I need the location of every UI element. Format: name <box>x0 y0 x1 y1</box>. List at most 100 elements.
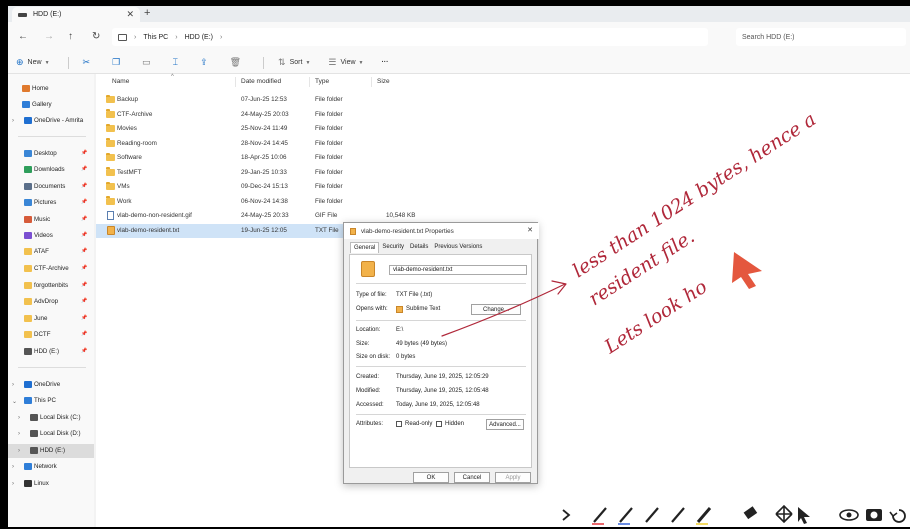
sidebar-item-home[interactable]: Home <box>8 82 94 96</box>
hidden-checkbox[interactable] <box>436 421 442 427</box>
sidebar-item-desktop[interactable]: Desktop 📌 <box>8 147 94 161</box>
chevron-right-icon[interactable]: › <box>18 448 20 454</box>
undo-icon[interactable] <box>892 509 906 523</box>
sidebar-item-local-disk-c[interactable]: › Local Disk (C:) <box>8 411 94 425</box>
move-icon[interactable] <box>775 504 793 524</box>
chevron-right-icon[interactable]: › <box>12 481 14 487</box>
table-row[interactable]: TestMFT 29-Jan-25 10:33 File folder <box>96 166 416 180</box>
table-row[interactable]: Reading-room 28-Nov-24 14:45 File folder <box>96 137 416 151</box>
filename-field[interactable]: vlab-demo-resident.txt <box>389 265 527 275</box>
column-divider[interactable] <box>371 77 372 87</box>
tab-hdd-e[interactable]: HDD (E:) ✕ <box>12 7 140 22</box>
eraser-icon[interactable] <box>743 506 758 520</box>
column-divider[interactable] <box>309 77 310 87</box>
advanced-button[interactable]: Advanced... <box>486 419 524 430</box>
delete-button[interactable]: 🗑 <box>230 57 245 68</box>
chevron-right-icon[interactable]: › <box>12 382 14 388</box>
pin-icon[interactable]: 📌 <box>81 216 87 222</box>
column-header-date[interactable]: Date modified <box>241 78 281 85</box>
apply-button[interactable]: Apply <box>495 472 531 483</box>
tab-details[interactable]: Details <box>407 242 431 253</box>
search-input[interactable]: Search HDD (E:) <box>736 28 906 46</box>
sidebar-item-gallery[interactable]: Gallery <box>8 98 94 112</box>
breadcrumb-hdd-e[interactable]: HDD (E:) <box>185 34 213 41</box>
pointer-icon[interactable] <box>798 507 810 524</box>
highlighter-icon[interactable] <box>696 507 712 523</box>
cut-button[interactable]: ✂ <box>83 57 95 68</box>
close-icon[interactable]: ✕ <box>126 9 134 20</box>
pin-icon[interactable]: 📌 <box>81 166 87 172</box>
table-row[interactable]: Software 18-Apr-25 10:06 File folder <box>96 151 416 165</box>
read-only-checkbox[interactable] <box>396 421 402 427</box>
rename-button[interactable]: ⌶ <box>173 57 182 68</box>
column-header-name[interactable]: Name <box>112 78 129 85</box>
ok-button[interactable]: OK <box>413 472 449 483</box>
change-button[interactable]: Change... <box>471 304 521 315</box>
pin-icon[interactable]: 📌 <box>81 248 87 254</box>
column-divider[interactable] <box>235 77 236 87</box>
column-header-size[interactable]: Size <box>377 78 390 85</box>
tab-general[interactable]: General <box>350 242 380 253</box>
pen-dark-icon[interactable] <box>671 507 685 523</box>
copy-button[interactable]: ❐ <box>112 57 124 68</box>
sidebar-item-ataf[interactable]: ATAF 📌 <box>8 245 94 259</box>
pin-icon[interactable]: 📌 <box>81 183 87 189</box>
pin-icon[interactable]: 📌 <box>81 298 87 304</box>
sidebar-item-onedrive[interactable]: › OneDrive <box>8 378 94 392</box>
breadcrumb[interactable]: › This PC › HDD (E:) › <box>112 28 708 46</box>
refresh-icon[interactable]: ↻ <box>92 31 100 42</box>
pin-icon[interactable]: 📌 <box>81 232 87 238</box>
sidebar-item-ctf-archive[interactable]: CTF-Archive 📌 <box>8 262 94 276</box>
pen-blue-icon[interactable] <box>619 507 633 523</box>
table-row[interactable]: Movies 25-Nov-24 11:49 File folder <box>96 122 416 136</box>
sidebar-item-forgottenbits[interactable]: forgottenbits 📌 <box>8 279 94 293</box>
read-only-label[interactable]: Read-only <box>405 421 432 427</box>
chevron-right-icon[interactable]: › <box>18 415 20 421</box>
table-row[interactable]: vlab-demo-non-resident.gif 24-May-25 20:3… <box>96 209 416 223</box>
sidebar-item-onedrive-amrita[interactable]: › OneDrive - Amrita <box>8 114 94 128</box>
new-tab-button[interactable]: + <box>144 7 150 19</box>
pen-black-icon[interactable] <box>645 507 659 523</box>
chevron-right-icon[interactable]: › <box>12 118 14 124</box>
new-button[interactable]: ⊕ New ▼ <box>16 57 50 68</box>
more-options-button[interactable]: ··· <box>381 59 388 66</box>
pin-icon[interactable]: 📌 <box>81 331 87 337</box>
pin-icon[interactable]: 📌 <box>81 199 87 205</box>
sidebar-item-this-pc[interactable]: ⌄ This PC <box>8 394 94 408</box>
sidebar-item-documents[interactable]: Documents 📌 <box>8 180 94 194</box>
chevron-right-icon[interactable]: › <box>12 464 14 470</box>
table-row[interactable]: VMs 09-Dec-24 15:13 File folder <box>96 180 416 194</box>
sidebar-item-network[interactable]: › Network <box>8 460 94 474</box>
sidebar-item-local-disk-d[interactable]: › Local Disk (D:) <box>8 427 94 441</box>
sidebar-item-downloads[interactable]: Downloads 📌 <box>8 163 94 177</box>
up-arrow-icon[interactable]: ↑ <box>68 31 73 42</box>
pin-icon[interactable]: 📌 <box>81 282 87 288</box>
pin-icon[interactable]: 📌 <box>81 265 87 271</box>
breadcrumb-this-pc[interactable]: This PC <box>143 34 168 41</box>
tab-previous-versions[interactable]: Previous Versions <box>431 242 485 253</box>
pen-red-icon[interactable] <box>593 507 607 523</box>
sidebar-item-advdrop[interactable]: AdvDrop 📌 <box>8 295 94 309</box>
sidebar-item-hdd-e[interactable]: HDD (E:) 📌 <box>8 345 94 359</box>
table-row[interactable]: Backup 07-Jun-25 12:53 File folder <box>96 93 416 107</box>
column-header-type[interactable]: Type <box>315 78 329 85</box>
share-button[interactable]: ⇪ <box>200 57 212 68</box>
tab-security[interactable]: Security <box>379 242 407 253</box>
chevron-right-icon[interactable] <box>562 509 571 521</box>
chevron-right-icon[interactable]: › <box>18 431 20 437</box>
pin-icon[interactable]: 📌 <box>81 315 87 321</box>
sort-button[interactable]: ⇅ Sort ▼ <box>278 57 310 68</box>
chevron-down-icon[interactable]: ⌄ <box>12 398 17 405</box>
sidebar-item-dctf[interactable]: DCTF 📌 <box>8 328 94 342</box>
view-button[interactable]: ☰ View ▼ <box>328 57 363 68</box>
hidden-label[interactable]: Hidden <box>445 421 464 427</box>
sidebar-item-june[interactable]: June 📌 <box>8 312 94 326</box>
table-row[interactable]: CTF-Archive 24-May-25 20:03 File folder <box>96 108 416 122</box>
back-arrow-icon[interactable]: ← <box>18 31 28 42</box>
table-row[interactable]: Work 06-Nov-24 14:38 File folder <box>96 195 416 209</box>
close-icon[interactable]: ✕ <box>527 226 533 234</box>
sidebar-item-videos[interactable]: Videos 📌 <box>8 229 94 243</box>
forward-arrow-icon[interactable]: → <box>44 31 54 42</box>
sidebar-item-pictures[interactable]: Pictures 📌 <box>8 196 94 210</box>
sidebar-item-hdd-e[interactable]: › HDD (E:) <box>8 444 94 458</box>
